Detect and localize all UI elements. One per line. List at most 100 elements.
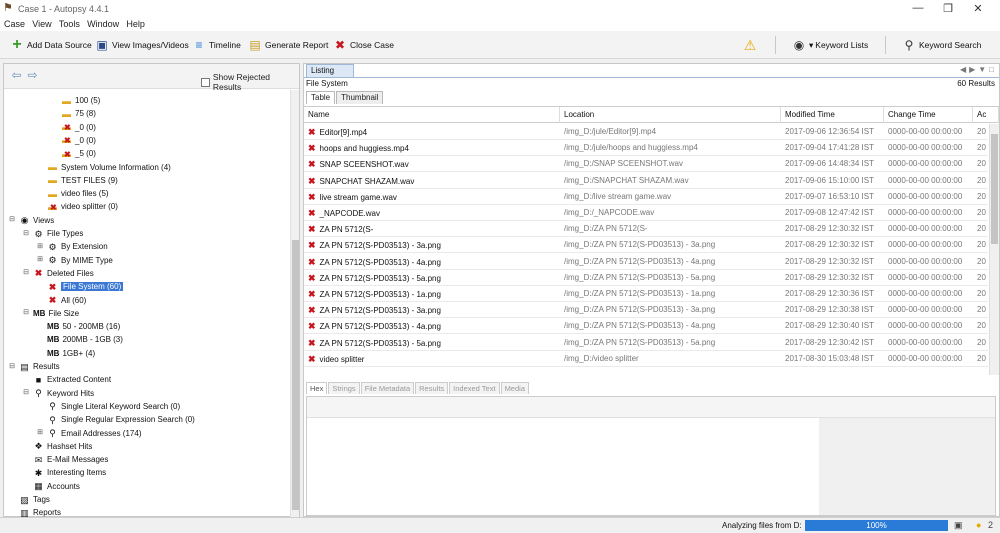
menu-tools[interactable]: Tools: [59, 17, 80, 31]
tab-results[interactable]: Results: [415, 382, 449, 394]
maximize-icon[interactable]: ❐: [933, 2, 963, 15]
tree-node[interactable]: ⊟ ⚙ File Types: [22, 227, 83, 240]
tab-file-metadata[interactable]: File Metadata: [360, 382, 415, 394]
tree-node[interactable]: ▥ Reports: [8, 506, 61, 517]
notification-icon[interactable]: ●: [976, 520, 981, 530]
minimize-icon[interactable]: —: [903, 2, 933, 14]
back-arrow-icon[interactable]: ⇦: [10, 69, 23, 82]
view-images-button[interactable]: ▣ View Images/Videos: [95, 37, 188, 53]
table-row[interactable]: ✖ SNAPCHAT SHAZAM.wav/img_D:/SNAPCHAT SHA…: [304, 173, 988, 189]
tree-node[interactable]: ✱ Interesting Items: [22, 466, 106, 479]
tree-node[interactable]: ▬ ✖ _0 (0): [50, 121, 96, 134]
cell-text: 20: [977, 240, 986, 250]
expand-toggle-icon[interactable]: ⊞: [36, 256, 44, 264]
tree-node[interactable]: ❖ Hashset Hits: [22, 440, 92, 453]
tree-node[interactable]: ▨ Tags: [8, 493, 50, 506]
tab-indexed-text[interactable]: Indexed Text: [449, 382, 500, 394]
expand-toggle-icon[interactable]: ⊟: [22, 389, 30, 397]
cancel-ingest-icon[interactable]: ▣: [954, 520, 963, 531]
tree-node[interactable]: ⊟ ⚲ Keyword Hits: [22, 387, 94, 400]
tab-thumbnail[interactable]: Thumbnail: [336, 91, 384, 104]
tree-node[interactable]: ✉ E-Mail Messages: [22, 453, 109, 466]
tree-node[interactable]: ▬ TEST FILES (9): [36, 174, 118, 187]
table-row[interactable]: ✖ ZA PN 5712(S-PD03513) - 1a.png/img_D:/Z…: [304, 286, 988, 302]
close-icon[interactable]: ✕: [963, 2, 993, 15]
table-row[interactable]: ✖ ZA PN 5712(S-PD03513) - 3a.png/img_D:/Z…: [304, 237, 988, 254]
tree-node[interactable]: ⚲ Single Regular Expression Search (0): [36, 413, 195, 426]
tree-node[interactable]: ▦ Accounts: [22, 480, 80, 493]
tree-node[interactable]: ⊞ ⚲ Email Addresses (174): [36, 427, 141, 440]
expand-toggle-icon[interactable]: ⊟: [8, 216, 16, 224]
tree-node[interactable]: ▬ ✖ video splitter (0): [36, 200, 118, 213]
table-row[interactable]: ✖ video splitter/img_D:/video splitter 201…: [304, 351, 988, 367]
timeline-button[interactable]: ≡ Timeline: [192, 37, 240, 53]
tree-node[interactable]: ▬ 100 (5): [50, 94, 100, 107]
tree-scrollbar[interactable]: [290, 90, 299, 517]
panel-controls[interactable]: ◀▶▼□: [960, 65, 997, 74]
keyword-search-button[interactable]: ⚲ Keyword Search: [902, 37, 982, 53]
table-row[interactable]: ✖ ZA PN 5712(S-PD03513) - 3a.png/img_D:/Z…: [304, 302, 988, 319]
table-scrollbar[interactable]: [989, 124, 999, 375]
table-row[interactable]: ✖ Editor[9].mp4/img_D:/jule/Editor[9].mp4…: [304, 124, 988, 140]
expand-toggle-icon[interactable]: ⊞: [36, 429, 44, 437]
tree-node[interactable]: ▬ ✖ _0 (0): [50, 134, 96, 147]
column-header-accessed[interactable]: Ac: [973, 107, 999, 123]
tree-node[interactable]: ⊞ ⚙ By Extension: [36, 240, 108, 253]
expand-toggle-icon[interactable]: ⊟: [8, 363, 16, 371]
table-row[interactable]: ✖ live stream game.wav/img_D:/live stream…: [304, 189, 988, 205]
tab-media[interactable]: Media: [500, 382, 529, 394]
tree-node[interactable]: ⊞ ⚙ By MIME Type: [36, 254, 113, 267]
expand-toggle-icon[interactable]: ⊞: [36, 243, 44, 251]
tree-node[interactable]: MB 1GB+ (4): [36, 347, 95, 360]
table-row[interactable]: ✖ ZA PN 5712(S- /img_D:/ZA PN 5712(S- 2017-…: [304, 221, 988, 238]
keyword-lists-button[interactable]: ◉ ▾ Keyword Lists: [792, 37, 868, 53]
tree-node[interactable]: ▬ ✖ _5 (0): [50, 147, 96, 160]
column-header-modified[interactable]: Modified Time: [781, 107, 884, 123]
menu-help[interactable]: Help: [126, 17, 145, 31]
cell-ac: 20: [973, 173, 989, 189]
deleted-icon: ✖: [34, 268, 43, 279]
menu-window[interactable]: Window: [87, 17, 119, 31]
tree-node[interactable]: ✖ All (60): [36, 294, 87, 307]
expand-toggle-icon[interactable]: ⊟: [22, 230, 30, 238]
show-rejected-checkbox[interactable]: Show Rejected Results: [201, 72, 299, 92]
warning-button[interactable]: ⚠: [743, 37, 760, 53]
column-header-change[interactable]: Change Time: [884, 107, 973, 123]
add-data-source-button[interactable]: + Add Data Source: [10, 37, 91, 53]
tree-node[interactable]: ▬ 75 (8): [50, 107, 96, 120]
tree-node[interactable]: MB 50 - 200MB (16): [36, 320, 120, 333]
tree-node[interactable]: ▬ video files (5): [36, 187, 109, 200]
tree-node[interactable]: ▬ System Volume Information (4): [36, 161, 171, 174]
table-row[interactable]: ✖ ZA PN 5712(S-PD03513) - 4a.png/img_D:/Z…: [304, 254, 988, 270]
table-row[interactable]: ✖ SNAP SCEENSHOT.wav/img_D:/SNAP SCEENSHO…: [304, 156, 988, 173]
table-row[interactable]: ✖ _NAPCODE.wav/img_D:/_NAPCODE.wav 2017-09…: [304, 205, 988, 221]
tab-listing[interactable]: Listing: [306, 64, 354, 77]
expand-toggle-icon[interactable]: ⊟: [22, 309, 30, 317]
table-scrollbar-thumb[interactable]: [991, 134, 998, 244]
tab-strings[interactable]: Strings: [328, 382, 360, 394]
expand-toggle-icon[interactable]: ⊟: [22, 269, 30, 277]
tree-node[interactable]: ⊟ MB File Size: [22, 307, 79, 320]
tree-scrollbar-thumb[interactable]: [292, 240, 299, 510]
tree-node[interactable]: ⊟ ◉ Views: [8, 214, 54, 227]
tree-node[interactable]: ■ Extracted Content: [22, 373, 111, 386]
close-case-button[interactable]: ✖ Close Case: [333, 37, 394, 53]
column-header-location[interactable]: Location: [560, 107, 781, 123]
table-row[interactable]: ✖ ZA PN 5712(S-PD03513) - 5a.png/img_D:/Z…: [304, 335, 988, 351]
table-row[interactable]: ✖ ZA PN 5712(S-PD03513) - 4a.png/img_D:/Z…: [304, 318, 988, 335]
menu-case[interactable]: Case: [4, 17, 25, 31]
table-row[interactable]: ✖ hoops and huggiess.mp4/img_D:/jule/hoop…: [304, 140, 988, 157]
table-row[interactable]: ✖ ZA PN 5712(S-PD03513) - 5a.png/img_D:/Z…: [304, 270, 988, 286]
column-header-name[interactable]: Name: [304, 107, 560, 123]
forward-arrow-icon[interactable]: ⇨: [26, 69, 39, 82]
generate-report-button[interactable]: ▤ Generate Report: [248, 37, 328, 53]
tree-node[interactable]: ⚲ Single Literal Keyword Search (0): [36, 400, 180, 413]
tree-node[interactable]: ✖ File System (60): [36, 280, 124, 293]
tree-node[interactable]: ⊟ ✖ Deleted Files: [22, 267, 94, 280]
tree-node[interactable]: MB 200MB - 1GB (3): [36, 333, 123, 346]
tab-table[interactable]: Table: [306, 91, 336, 104]
tab-hex[interactable]: Hex: [306, 382, 328, 394]
window-title: Case 1 - Autopsy 4.4.1: [18, 4, 110, 14]
menu-view[interactable]: View: [32, 17, 51, 31]
tree-node[interactable]: ⊟ ▤ Results: [8, 360, 60, 373]
